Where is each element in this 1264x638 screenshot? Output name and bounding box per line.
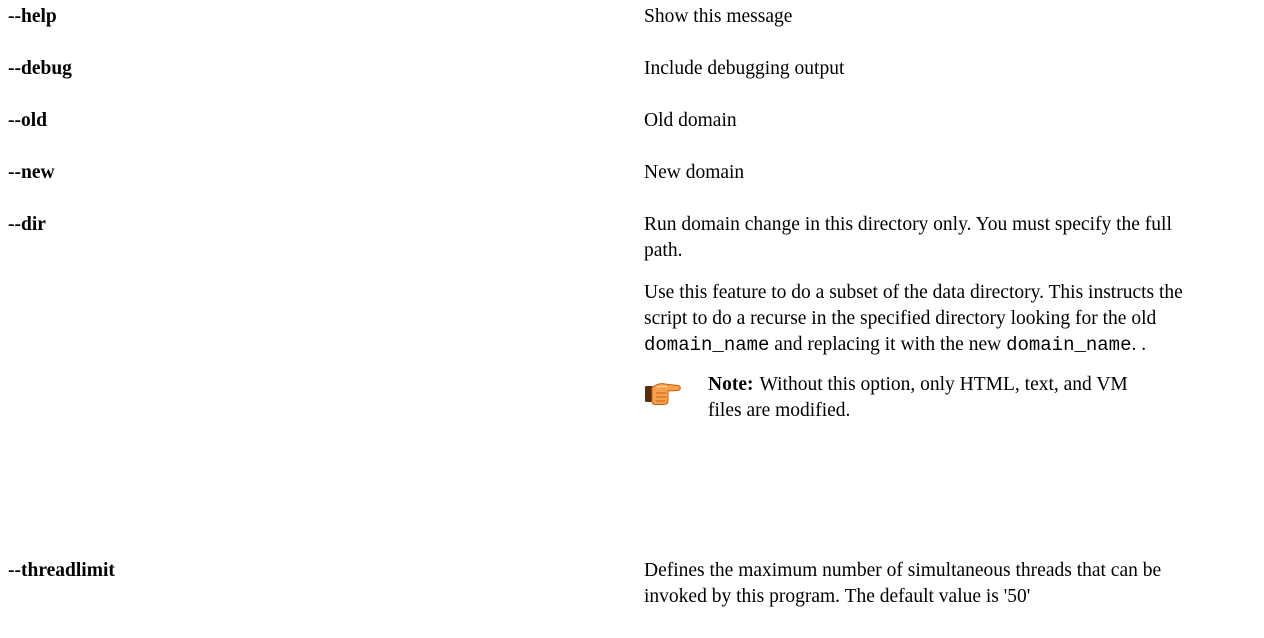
detail-text: Use this feature to do a subset of the d… xyxy=(644,282,1183,329)
option-description: Include debugging output xyxy=(644,58,845,79)
note-callout: Note: Without this option, only HTML, tex… xyxy=(644,372,1128,424)
note-label: Note: xyxy=(708,374,754,395)
detail-text: and replacing it with the new xyxy=(769,334,1007,355)
option-description-block: Run domain change in this directory only… xyxy=(644,212,1199,424)
option-list: --help Show this message --debug Include… xyxy=(0,0,1264,634)
option-name: --old xyxy=(8,110,47,131)
option-description: Defines the maximum number of simultaneo… xyxy=(644,560,1162,607)
code-domain-name: domain_name xyxy=(644,334,770,356)
detail-text: . . xyxy=(1131,334,1147,355)
option-row-help: --help Show this message xyxy=(0,4,1264,56)
option-row-old: --old Old domain xyxy=(0,108,1264,160)
option-description: Run domain change in this directory only… xyxy=(644,214,1172,261)
code-domain-name: domain_name xyxy=(1006,334,1132,356)
option-description: Old domain xyxy=(644,110,737,131)
option-name: --debug xyxy=(8,58,72,79)
option-description: New domain xyxy=(644,162,745,183)
option-row-new: --new New domain xyxy=(0,160,1264,212)
option-name: --new xyxy=(8,162,55,183)
option-row-debug: --debug Include debugging output xyxy=(0,56,1264,108)
option-description: Show this message xyxy=(644,6,793,27)
option-row-dir: --dir Run domain change in this director… xyxy=(0,212,1264,558)
option-detail: Use this feature to do a subset of the d… xyxy=(644,280,1199,358)
pointing-hand-icon xyxy=(645,383,681,405)
note-text: Without this option, only HTML, text, an… xyxy=(708,374,1128,421)
option-name: --dir xyxy=(8,214,46,235)
option-name: --threadlimit xyxy=(8,560,115,581)
option-name: --help xyxy=(8,6,57,27)
option-row-threadlimit: --threadlimit Defines the maximum number… xyxy=(0,558,1264,638)
